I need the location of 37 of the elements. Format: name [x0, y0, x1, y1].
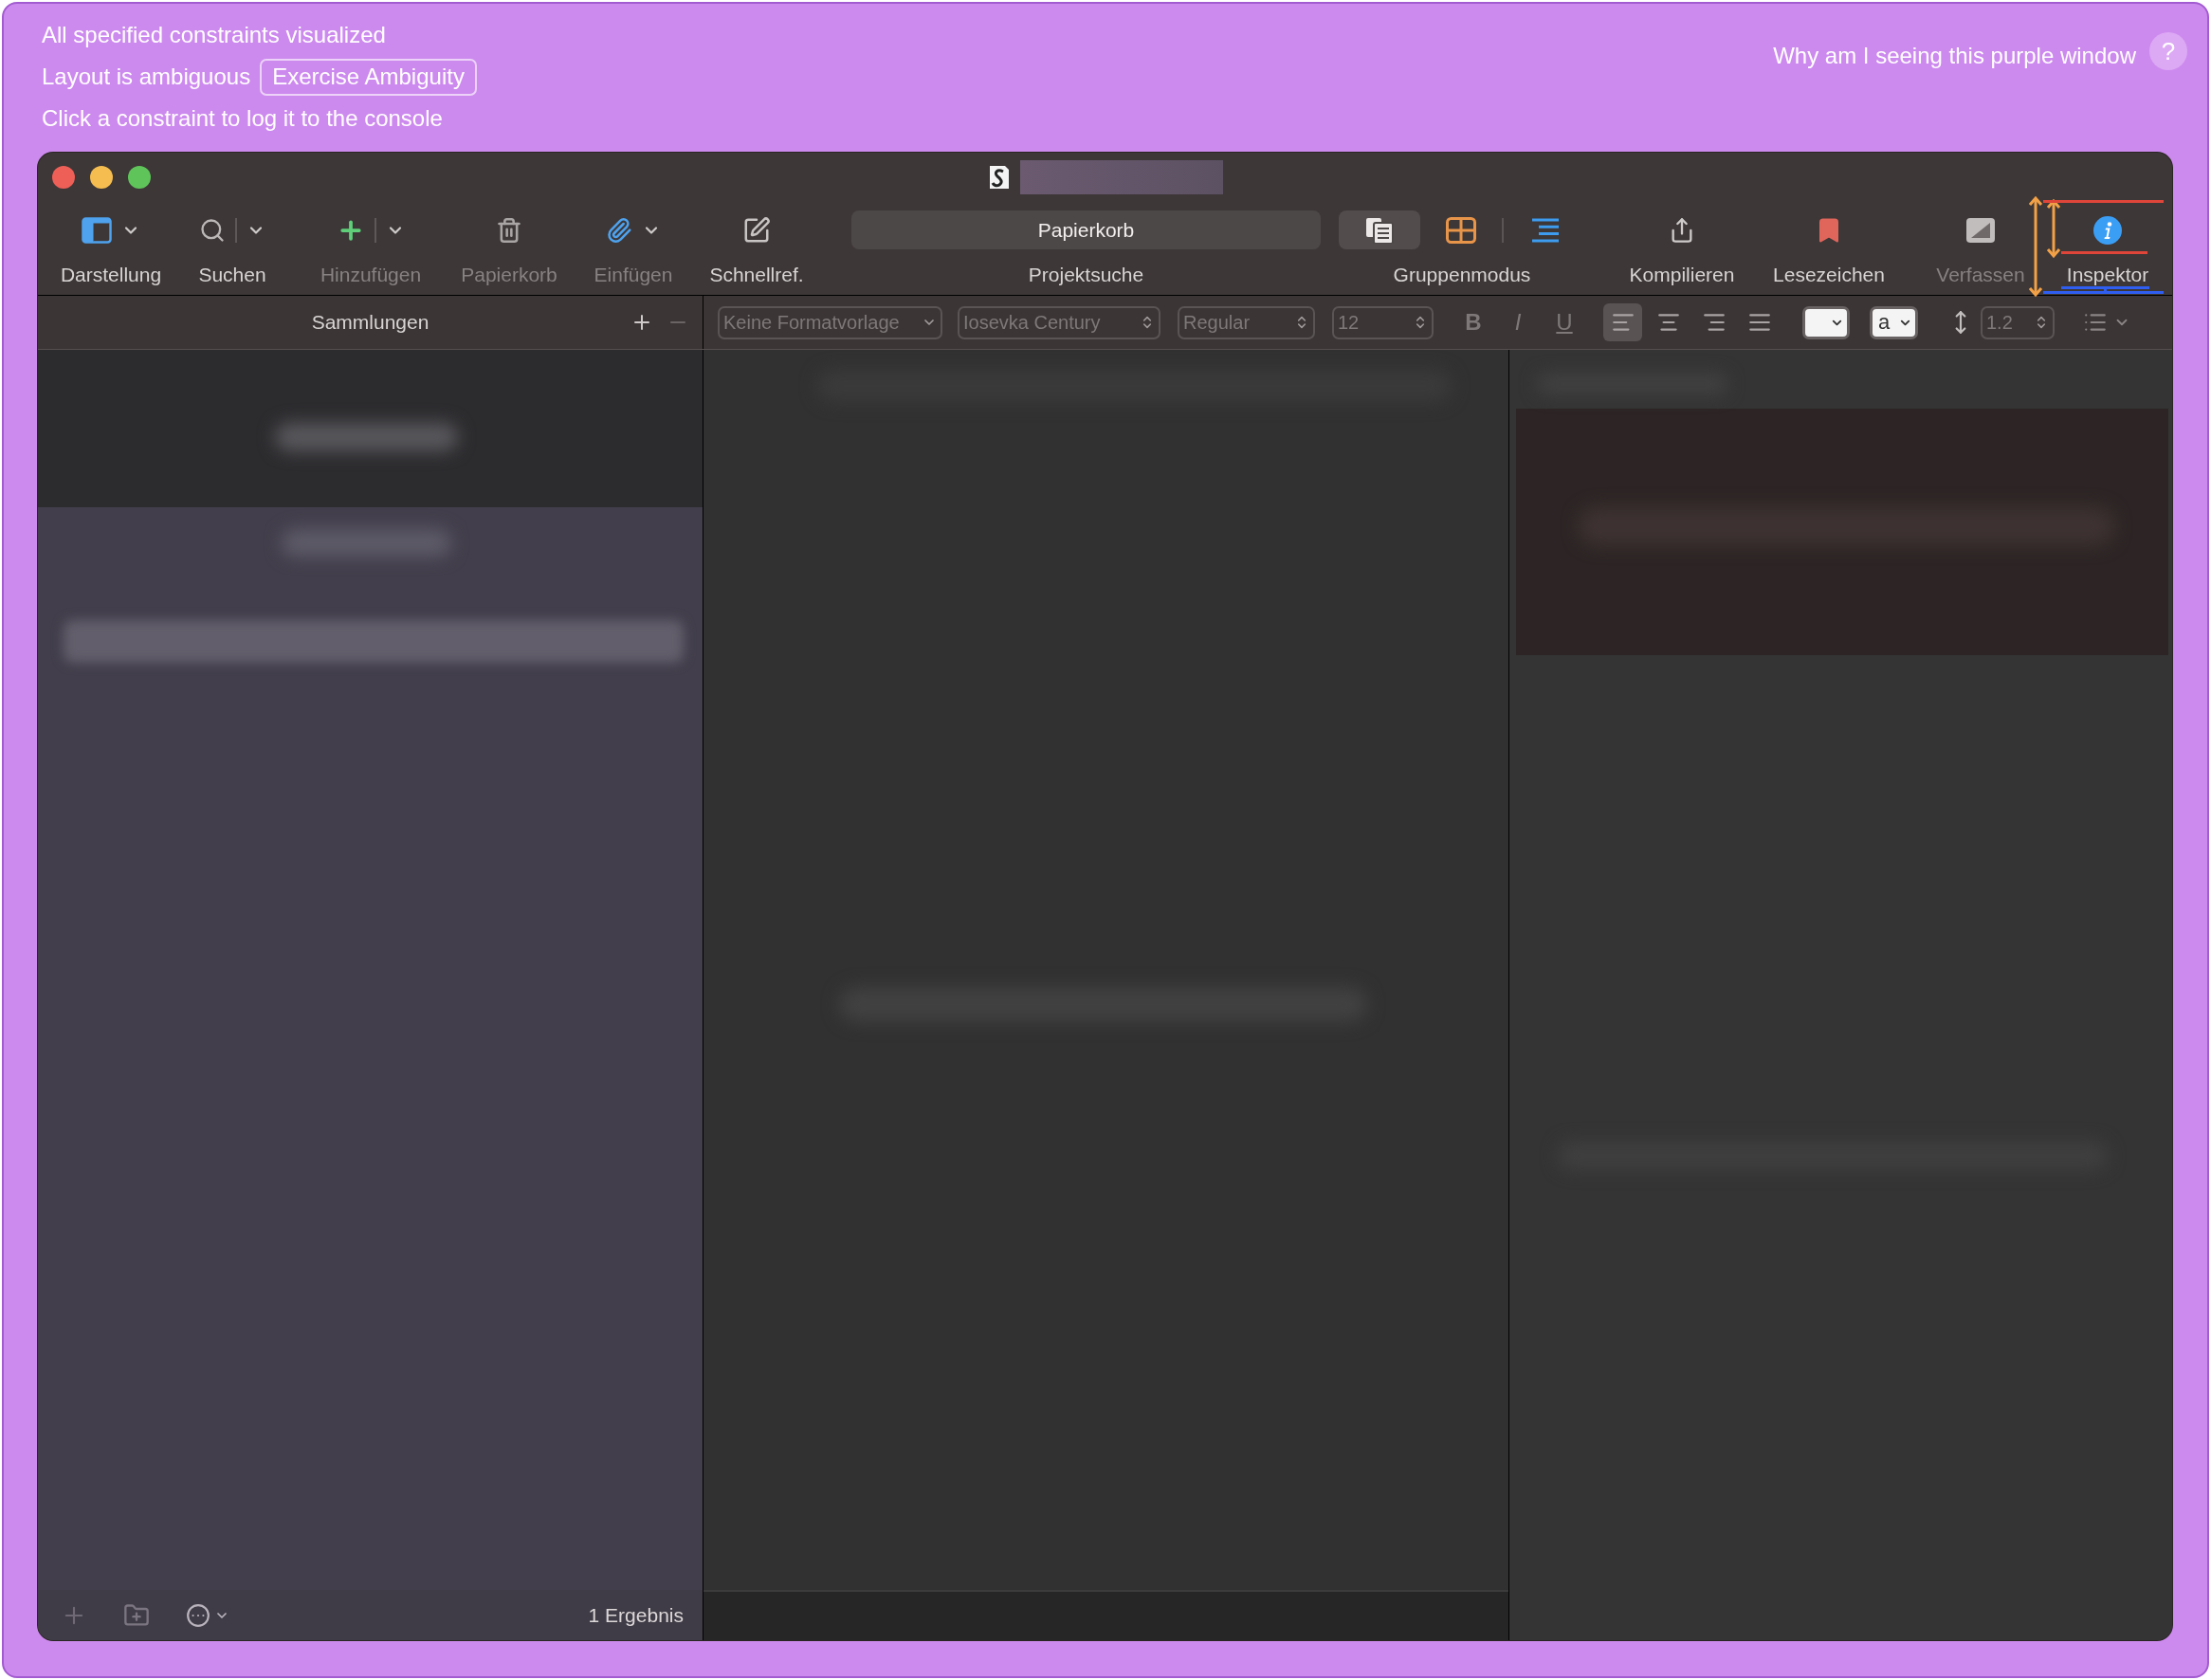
paperclip-icon	[606, 216, 632, 244]
constraint-arrow[interactable]	[2029, 195, 2043, 298]
close-button[interactable]	[52, 166, 75, 189]
ellipsis-circle-icon[interactable]	[186, 1602, 210, 1628]
outline-lines-icon	[1530, 217, 1559, 243]
grid-icon	[1446, 216, 1476, 244]
toolbar-button[interactable]: Schnellref.	[700, 210, 813, 287]
toolbar-item-label: Projektsuche	[1028, 263, 1144, 287]
documents-icon	[1365, 216, 1394, 244]
pencil-square-icon	[742, 215, 771, 245]
text-color-well[interactable]	[1802, 305, 1850, 339]
result-count: 1 Ergebnis	[588, 1602, 684, 1628]
zoom-button[interactable]	[128, 166, 151, 189]
help-link[interactable]: Why am I seeing this purple window	[1773, 39, 2136, 73]
minimize-button[interactable]	[90, 166, 113, 189]
trash-icon	[496, 216, 522, 244]
overlay-message: Click a constraint to log it to the console	[42, 104, 443, 133]
toolbar-button[interactable]: Inspektor	[2060, 210, 2155, 287]
overlay-message: Layout is ambiguous	[42, 63, 251, 91]
sidebar-layout-icon	[82, 216, 112, 244]
toolbar-button[interactable]: Lesezeichen	[1767, 210, 1891, 287]
search-field[interactable]: Papierkorb	[851, 210, 1321, 249]
toolbar-item-label: Gruppenmodus	[1393, 263, 1531, 287]
constraint-arrow[interactable]	[2046, 198, 2061, 259]
folder-plus-icon[interactable]	[123, 1601, 150, 1629]
help-button[interactable]: ?	[2149, 32, 2187, 70]
search-icon	[199, 216, 226, 244]
exercise-ambiguity-button[interactable]: Exercise Ambiguity	[260, 58, 477, 96]
compose-mode-icon	[1966, 217, 1995, 243]
app-icon	[987, 164, 1011, 191]
segment-button[interactable]	[1339, 210, 1420, 249]
toolbar-button[interactable]: Suchen	[190, 210, 275, 287]
info-icon	[2093, 215, 2122, 245]
toolbar-button[interactable]: Darstellung	[49, 210, 173, 287]
toolbar-button[interactable]: Kompilieren	[1625, 210, 1739, 287]
overlay-message: All specified constraints visualized	[42, 21, 386, 49]
sidebar-title: Sammlungen	[311, 310, 429, 336]
